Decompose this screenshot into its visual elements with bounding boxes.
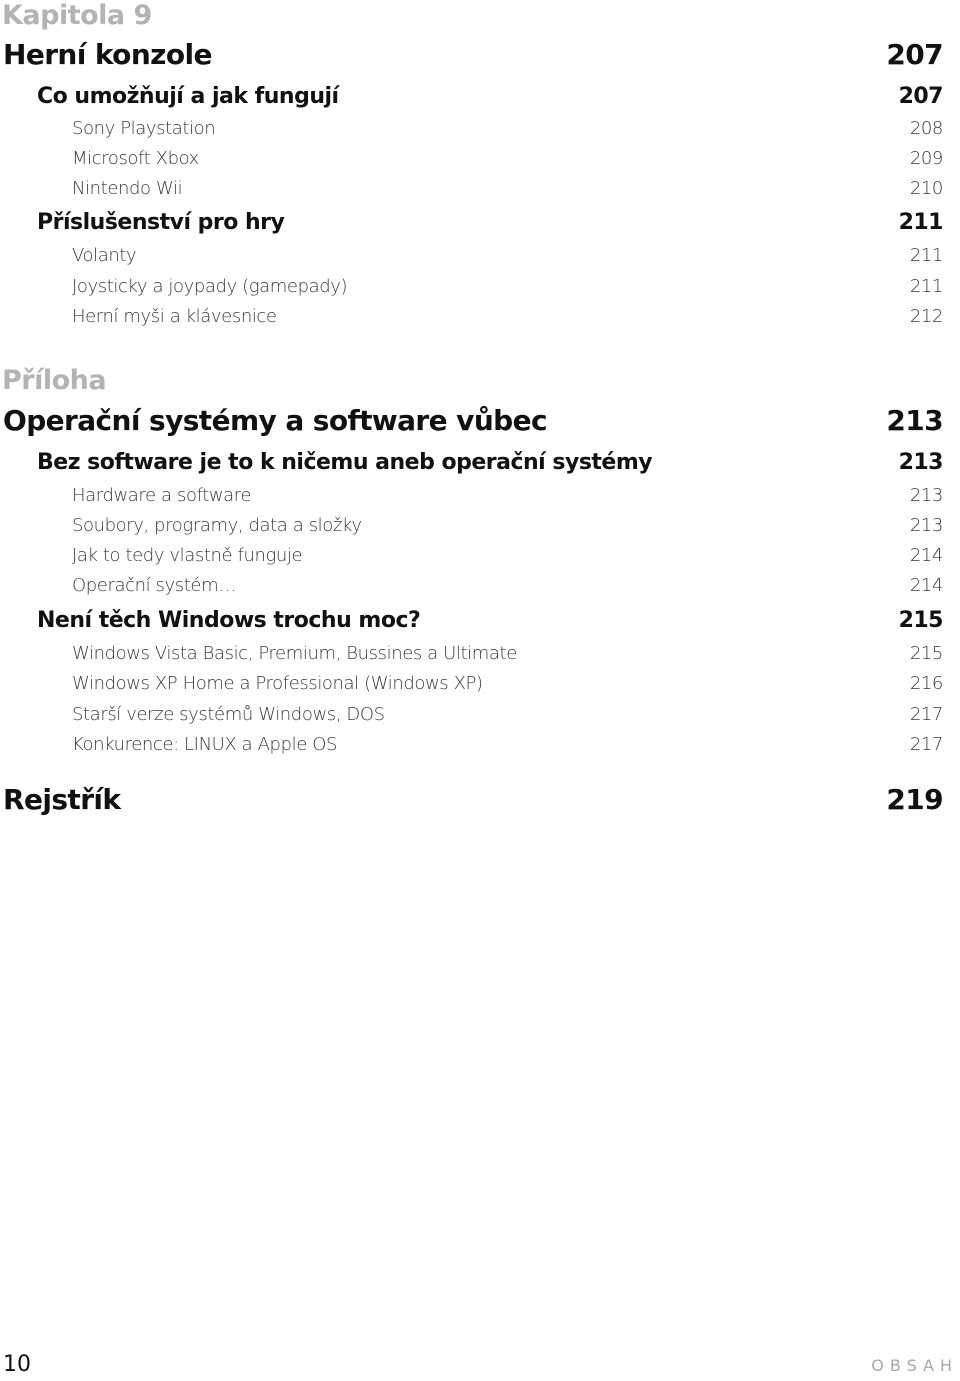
footer-section-label: OBSAH [871, 1356, 958, 1375]
entry-page: 212 [909, 306, 944, 327]
entry-page: 207 [898, 84, 944, 109]
entry-title: Herní konzole [3, 38, 212, 71]
entry-title: Herní myši a klávesnice [72, 306, 277, 327]
entry-page: 217 [909, 734, 944, 755]
entry-page: 211 [909, 245, 944, 266]
entry-page: 213 [898, 450, 944, 475]
toc-entry-subsection[interactable]: Volanty 211 [0, 245, 943, 266]
entry-page: 211 [898, 210, 944, 235]
footer-page-number: 10 [3, 1352, 31, 1377]
entry-page: 213 [886, 404, 943, 437]
toc-entry-section[interactable]: Co umožňují a jak fungují 207 [0, 84, 944, 109]
entry-title: Co umožňují a jak fungují [37, 84, 339, 109]
toc-entry-section[interactable]: Bez software je to k ničemu aneb operačn… [0, 450, 944, 475]
entry-title: Příslušenství pro hry [37, 210, 285, 235]
chapter-label: Kapitola 9 [2, 0, 152, 31]
toc-entry-chapter[interactable]: Operační systémy a software vůbec 213 [0, 404, 944, 437]
entry-title: Bez software je to k ničemu aneb operačn… [37, 450, 653, 475]
toc-page: Kapitola 9 Herní konzole 207 Co umožňují… [0, 0, 960, 1381]
toc-entry-subsection[interactable]: Joysticky a joypady (gamepady) 211 [0, 276, 943, 297]
entry-title: Není těch Windows trochu moc? [37, 608, 421, 633]
entry-title: Microsoft Xbox [72, 148, 199, 169]
entry-title: Konkurence: LINUX a Apple OS [72, 734, 337, 755]
entry-title: Nintendo Wii [72, 178, 183, 199]
toc-entry-subsection[interactable]: Jak to tedy vlastně funguje 214 [0, 545, 943, 566]
toc-entry-subsection[interactable]: Konkurence: LINUX a Apple OS 217 [0, 734, 943, 755]
entry-page: 216 [909, 673, 944, 694]
entry-title: Starší verze systémů Windows, DOS [72, 704, 385, 725]
toc-entry-section[interactable]: Příslušenství pro hry 211 [0, 210, 944, 235]
entry-title: Operační systém… [72, 575, 236, 596]
entry-title: Hardware a software [72, 485, 252, 506]
entry-title: Jak to tedy vlastně funguje [72, 545, 303, 566]
toc-entry-index[interactable]: Rejstřík 219 [0, 783, 944, 816]
entry-title: Windows XP Home a Professional (Windows … [72, 673, 483, 694]
entry-page: 219 [886, 783, 943, 816]
entry-page: 214 [909, 545, 944, 566]
entry-page: 213 [909, 515, 944, 536]
toc-entry-subsection[interactable]: Nintendo Wii 210 [0, 178, 943, 199]
toc-entry-subsection[interactable]: Operační systém… 214 [0, 575, 943, 596]
entry-page: 209 [909, 148, 944, 169]
entry-page: 210 [909, 178, 944, 199]
entry-title: Sony Playstation [72, 118, 216, 139]
entry-page: 207 [886, 38, 943, 71]
entry-title: Joysticky a joypady (gamepady) [72, 276, 348, 297]
entry-page: 208 [909, 118, 944, 139]
toc-entry-subsection[interactable]: Sony Playstation 208 [0, 118, 943, 139]
entry-page: 215 [909, 643, 944, 664]
entry-title: Windows Vista Basic, Premium, Bussines a… [72, 643, 517, 664]
entry-title: Rejstřík [3, 783, 121, 816]
entry-title: Volanty [72, 245, 137, 266]
toc-entry-subsection[interactable]: Starší verze systémů Windows, DOS 217 [0, 704, 943, 725]
entry-page: 217 [909, 704, 944, 725]
toc-entry-subsection[interactable]: Soubory, programy, data a složky 213 [0, 515, 943, 536]
toc-entry-subsection[interactable]: Hardware a software 213 [0, 485, 943, 506]
entry-title: Operační systémy a software vůbec [3, 404, 548, 437]
entry-page: 214 [909, 575, 944, 596]
entry-page: 213 [909, 485, 944, 506]
entry-page: 211 [909, 276, 944, 297]
toc-entry-subsection[interactable]: Windows XP Home a Professional (Windows … [0, 673, 943, 694]
toc-entry-subsection[interactable]: Windows Vista Basic, Premium, Bussines a… [0, 643, 943, 664]
toc-entry-subsection[interactable]: Herní myši a klávesnice 212 [0, 306, 943, 327]
appendix-label: Příloha [2, 365, 107, 396]
entry-page: 215 [898, 608, 944, 633]
toc-entry-subsection[interactable]: Microsoft Xbox 209 [0, 148, 943, 169]
entry-title: Soubory, programy, data a složky [72, 515, 362, 536]
toc-entry-section[interactable]: Není těch Windows trochu moc? 215 [0, 608, 944, 633]
toc-entry-chapter[interactable]: Herní konzole 207 [0, 38, 944, 71]
